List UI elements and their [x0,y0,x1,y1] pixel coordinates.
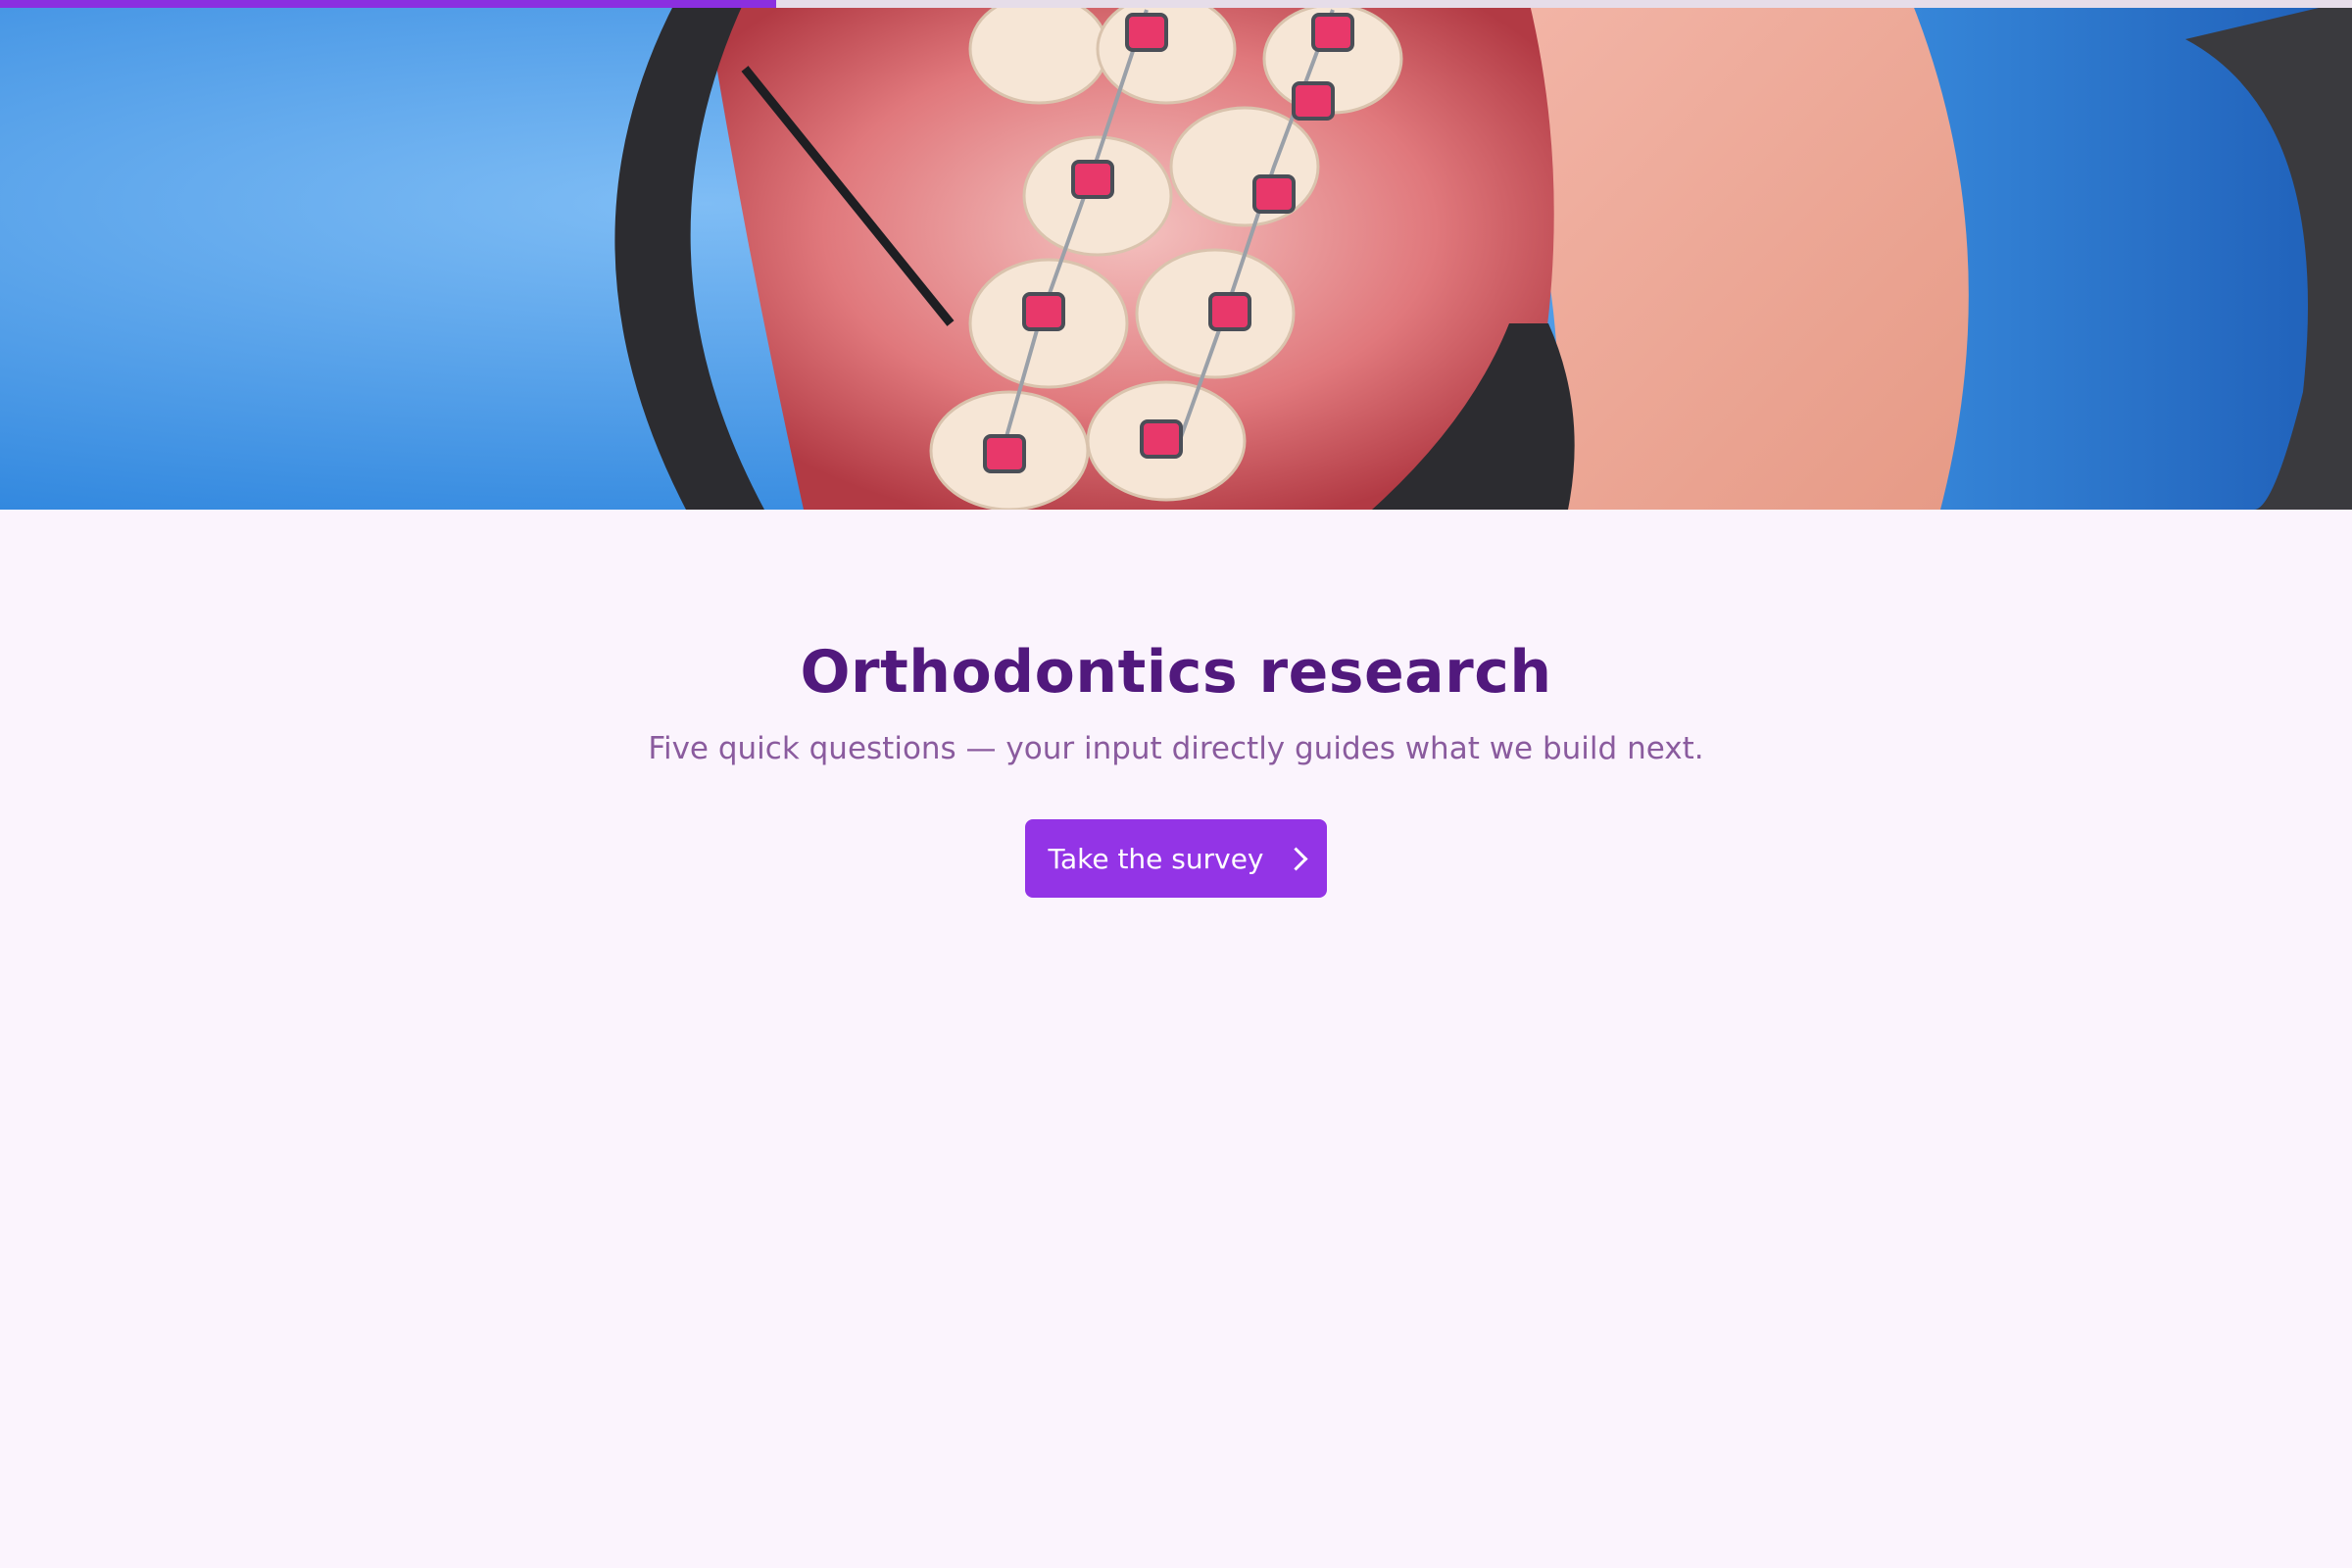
hero-photo [0,0,2352,510]
take-survey-button[interactable]: Take the survey [1025,819,1327,898]
progress-bar [0,0,2352,8]
hero-image [0,0,2352,510]
progress-fill [0,0,776,8]
page-subtitle: Five quick questions — your input direct… [648,731,1704,766]
chevron-right-icon [1283,846,1308,871]
survey-intro: Orthodontics research Five quick questio… [0,510,2352,898]
page-title: Orthodontics research [800,638,1552,707]
take-survey-label: Take the survey [1048,842,1264,875]
